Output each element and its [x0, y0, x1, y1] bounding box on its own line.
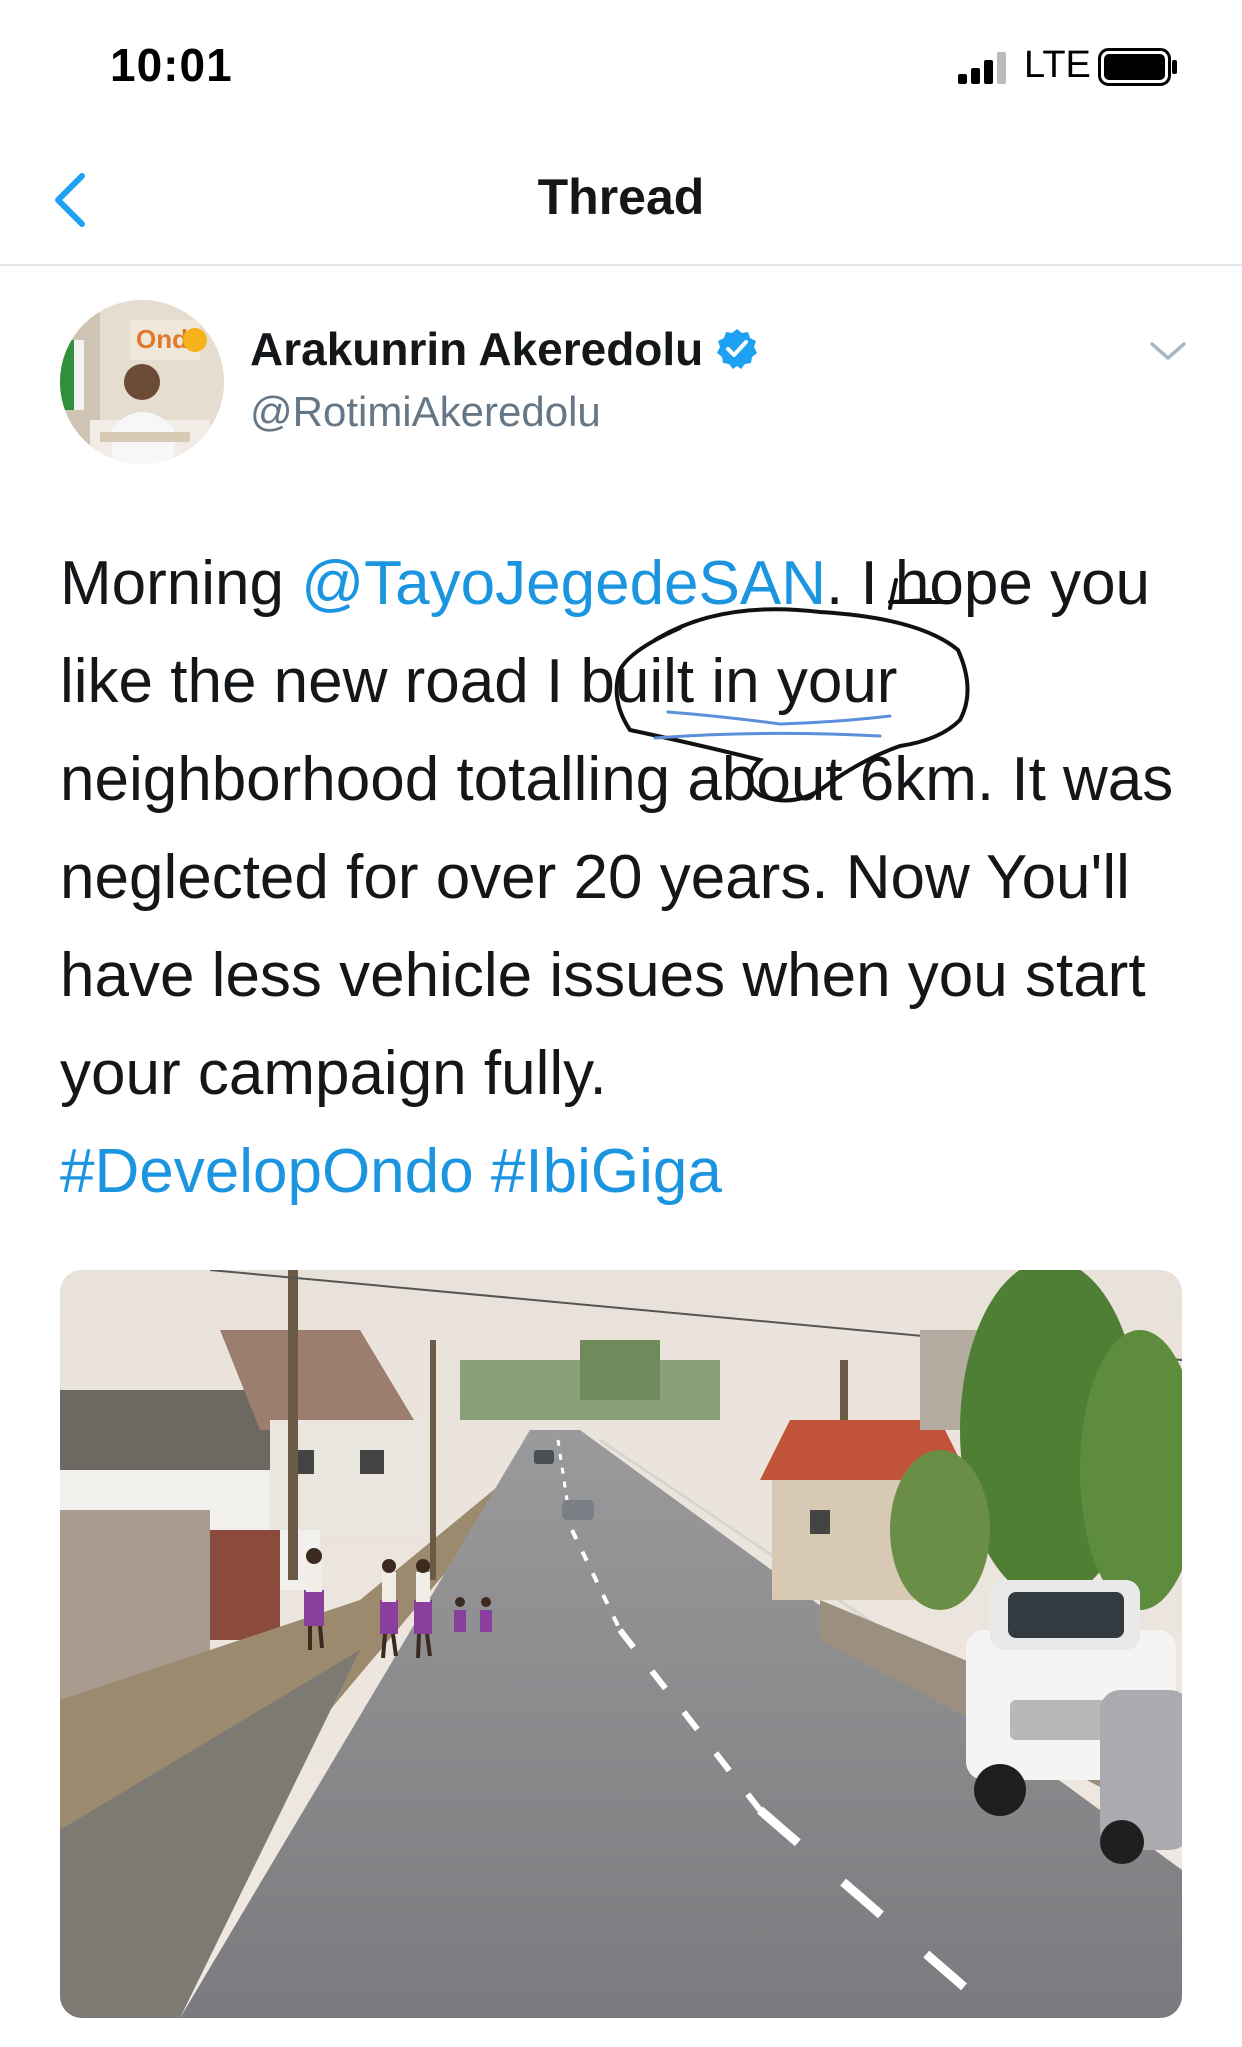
status-bar: 10:01 LTE — [0, 0, 1242, 130]
hashtag-link[interactable]: #IbiGiga — [491, 1137, 722, 1206]
hashtag-link[interactable]: #DevelopOndo — [60, 1137, 474, 1206]
page-title: Thread — [537, 169, 705, 225]
nav-bar: Thread — [0, 130, 1242, 266]
display-name[interactable]: Arakunrin Akeredolu — [250, 322, 703, 376]
signal-icon — [958, 52, 1006, 84]
author-handle[interactable]: @RotimiAkeredolu — [250, 388, 601, 436]
avatar[interactable]: Ond — [60, 300, 224, 464]
author-row[interactable]: Arakunrin Akeredolu — [250, 322, 759, 376]
status-time: 10:01 — [110, 39, 233, 91]
avatar-image: Ond — [60, 300, 224, 464]
battery-icon — [1098, 48, 1177, 86]
svg-text:Ond: Ond — [136, 324, 188, 354]
tweet-text-start: Morning — [60, 549, 302, 618]
chevron-down-icon[interactable] — [1148, 336, 1188, 366]
tweet-photo[interactable] — [60, 1270, 1182, 2018]
tweet-text-body: . I hope you like the new road I built i… — [60, 549, 1174, 1108]
road-photo — [60, 1270, 1182, 2018]
network-label: LTE — [1024, 44, 1091, 86]
mention-link[interactable]: @TayoJegedeSAN — [301, 549, 826, 618]
verified-badge-icon — [717, 329, 758, 369]
tweet-text: Morning @TayoJegedeSAN. I hope you like … — [60, 535, 1190, 1221]
